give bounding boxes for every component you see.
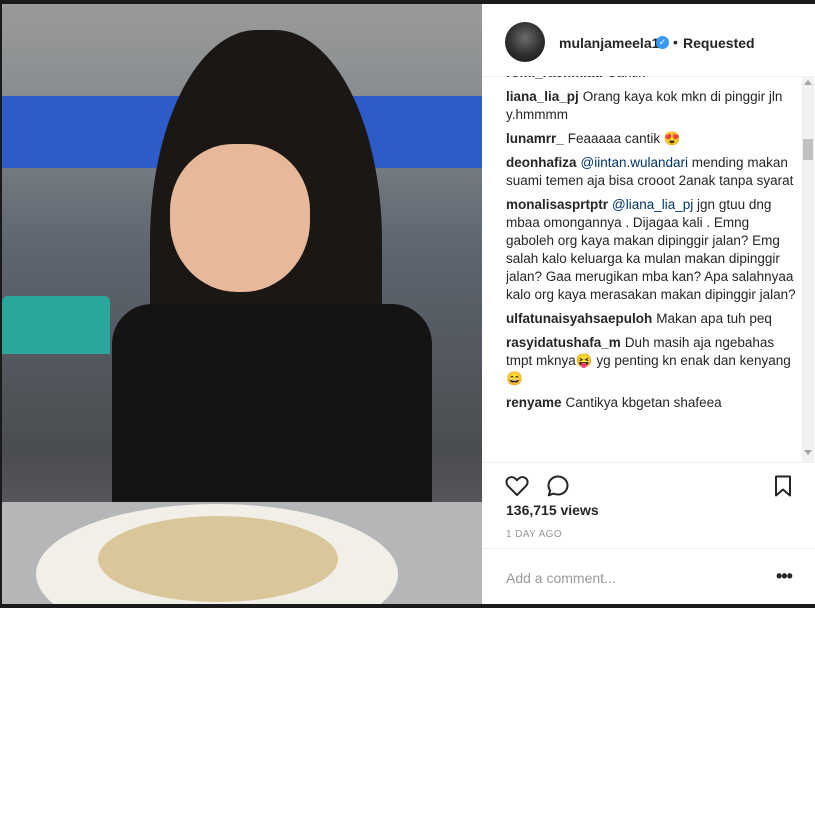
comment-mention-link[interactable]: @iintan.wulandari	[581, 155, 689, 170]
avatar[interactable]	[505, 22, 545, 62]
comment-username[interactable]: deonhafiza	[506, 155, 577, 170]
username-link[interactable]: mulanjameela1	[559, 35, 659, 51]
comment-item: rasyidatushafa_m Duh masih aja ngebahas t…	[506, 334, 798, 388]
comment-item: renyame Cantikya kbgetan shafeea	[506, 394, 798, 412]
comment-username[interactable]: romi_rachmiati	[506, 76, 603, 80]
verified-badge-icon: ✓	[656, 36, 669, 49]
comment-text: Cantik	[607, 76, 645, 80]
add-comment-input[interactable]	[506, 569, 756, 587]
comment-item: deonhafiza @iintan.wulandari mending maka…	[506, 154, 798, 190]
girl-face	[170, 144, 310, 292]
follow-status-button[interactable]: Requested	[683, 35, 755, 51]
bookmark-icon[interactable]	[770, 473, 796, 499]
scrollbar-thumb[interactable]	[803, 139, 813, 160]
post-timestamp[interactable]: 1 DAY AGO	[506, 529, 562, 540]
comment-username[interactable]: liana_lia_pj	[506, 89, 579, 104]
scroll-down-arrow-icon[interactable]	[804, 450, 812, 455]
comment-bubble-icon[interactable]	[545, 473, 571, 499]
header-separator: •	[673, 34, 678, 50]
comment-username[interactable]: renyame	[506, 395, 562, 410]
add-comment-bar: •••	[482, 548, 815, 605]
comment-text: Cantikya kbgetan shafeea	[565, 395, 722, 410]
post-video[interactable]	[2, 4, 482, 604]
comment-username[interactable]: ulfatunaisyahsaepuloh	[506, 311, 652, 326]
comment-text: jgn gtuu dng mbaa omongannya . Dijagaa k…	[506, 197, 796, 302]
comments-scrollbar[interactable]	[802, 76, 814, 462]
heart-icon[interactable]	[504, 473, 530, 499]
post-side-panel: mulanjameela1 ✓ • Requested romi_rachmia…	[482, 4, 815, 604]
post-header: mulanjameela1 ✓ • Requested	[482, 4, 815, 77]
more-options-icon[interactable]: •••	[776, 566, 793, 587]
comment-username[interactable]: rasyidatushafa_m	[506, 335, 621, 350]
comments-list[interactable]: romi_rachmiati Cantik liana_lia_pjOrang ka…	[506, 76, 798, 462]
girl-body	[112, 304, 432, 524]
scroll-up-arrow-icon[interactable]	[804, 80, 812, 85]
noodle-food	[98, 516, 338, 602]
comment-text: Feaaaaa cantik 😍	[567, 131, 681, 146]
background-stool	[2, 296, 110, 354]
comment-item: ulfatunaisyahsaepuloh Makan apa tuh peq	[506, 310, 798, 328]
comment-mention-link[interactable]: @liana_lia_pj	[612, 197, 693, 212]
instagram-post-modal: mulanjameela1 ✓ • Requested romi_rachmia…	[0, 0, 815, 608]
comment-item: liana_lia_pj Orang kaya kok mkn di pinggi…	[506, 88, 798, 124]
comment-username[interactable]: monalisasprtptr	[506, 197, 608, 212]
view-count[interactable]: 136,715 views	[506, 502, 599, 518]
comment-item: monalisasprtptr @liana_lia_pj jgn gtuu dn…	[506, 196, 798, 304]
comment-item: romi_rachmiati Cantik	[506, 76, 798, 82]
comment-username[interactable]: lunamrr_	[506, 131, 564, 146]
comment-text: Makan apa tuh peq	[656, 311, 772, 326]
comment-item: lunamrr_ Feaaaaa cantik 😍	[506, 130, 798, 148]
